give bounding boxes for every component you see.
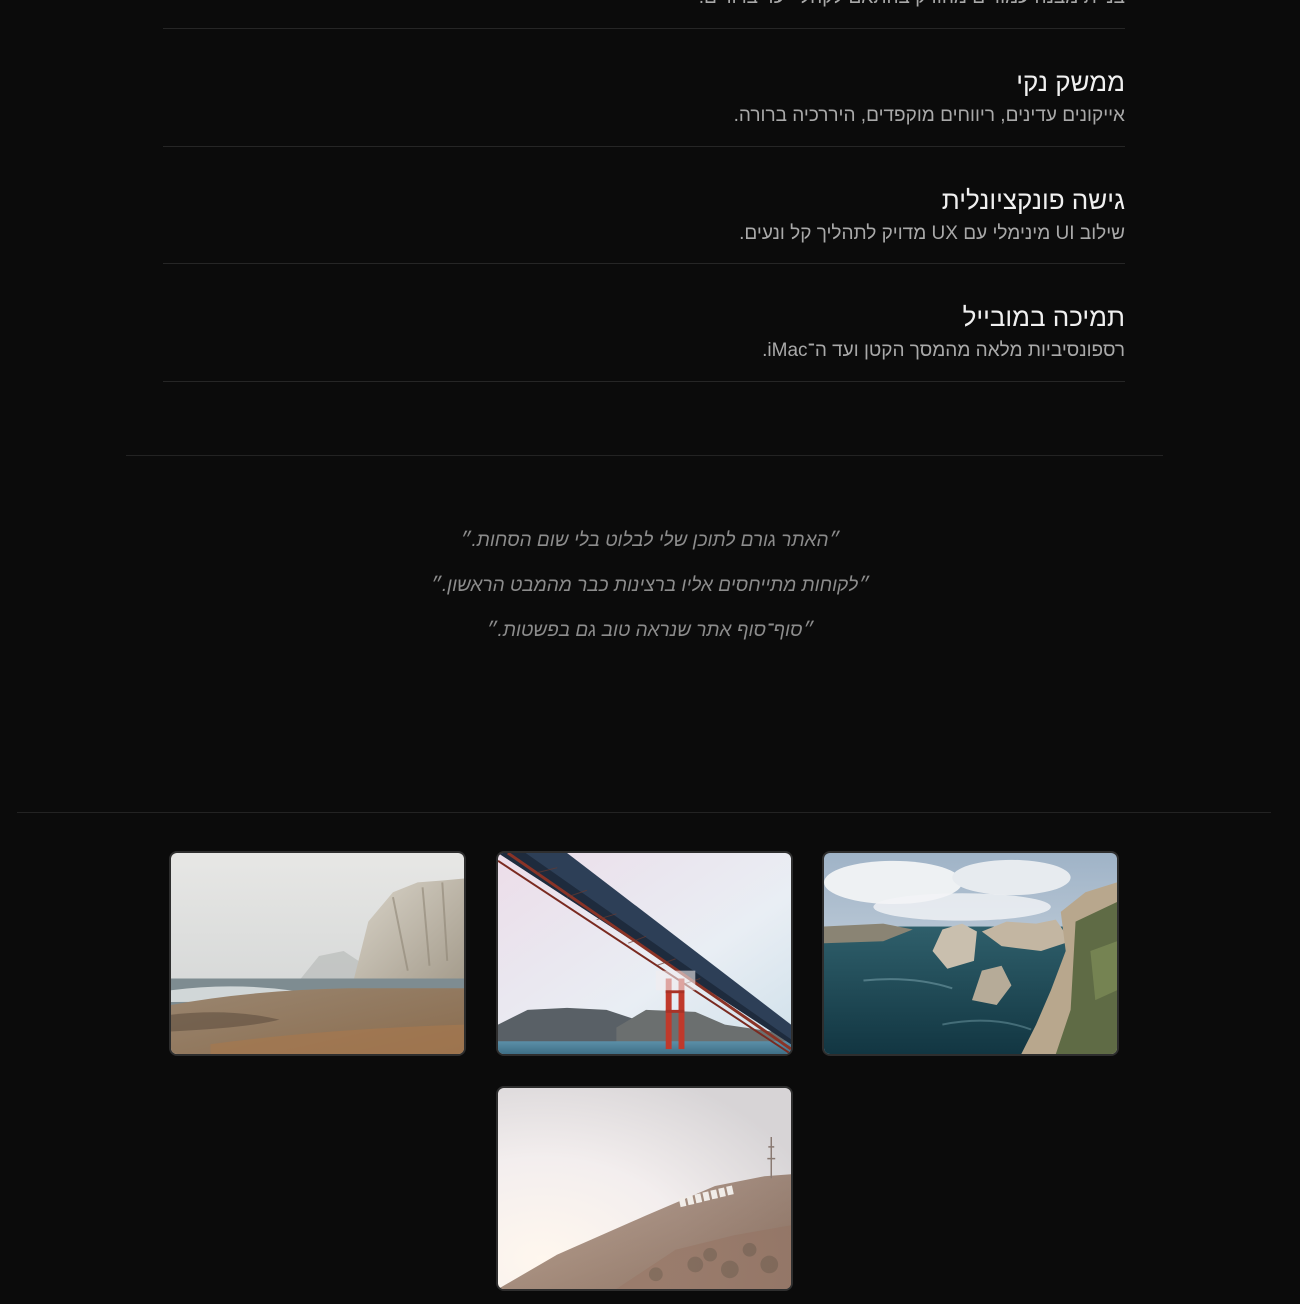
golden-gate-bridge-photo[interactable] <box>496 851 793 1056</box>
section-divider <box>126 455 1163 456</box>
coastal-cliff-beach-photo[interactable] <box>169 851 466 1056</box>
hollywood-sign-hill-photo[interactable] <box>496 1086 793 1291</box>
feature-item-mobile-support: תמיכה במובייל רספונסיביות מלאה מהמסך הקט… <box>163 264 1125 382</box>
feature-title: גישה פונקציונלית <box>941 184 1125 215</box>
page: בניית מבנה עמודים מהודק בהתאם לקהלי יעד … <box>0 0 1300 1304</box>
feature-desc: שילוב UI מינימלי עם UX מדויק לתהליך קל ו… <box>739 222 1125 244</box>
feature-item-functional-approach: גישה פונקציונלית שילוב UI מינימלי עם UX … <box>163 147 1125 264</box>
testimonials: ״האתר גורם לתוכן שלי לבלוט בלי שום הסחות… <box>0 527 1300 662</box>
feature-title: ממשק נקי <box>1016 67 1125 97</box>
feature-desc: בניית מבנה עמודים מהודק בהתאם לקהלי יעד … <box>699 0 1125 10</box>
rocky-sea-coast-image <box>824 853 1117 1054</box>
feature-item-clean-interface: ממשק נקי אייקונים עדינים, ריווחים מוקפדי… <box>163 29 1125 147</box>
coastal-cliff-beach-image <box>171 853 464 1054</box>
features-list: בניית מבנה עמודים מהודק בהתאם לקהלי יעד … <box>163 0 1125 382</box>
feature-desc: רספונסיביות מלאה מהמסך הקטן ועד ה־iMac. <box>762 340 1125 361</box>
testimonial-quote: ״האתר גורם לתוכן שלי לבלוט בלי שום הסחות… <box>460 530 840 551</box>
feature-item-structure: בניית מבנה עמודים מהודק בהתאם לקהלי יעד … <box>163 0 1125 29</box>
testimonial-quote: ״לקוחות מתייחסים אליו ברצינות כבר מהמבט … <box>430 575 870 596</box>
hollywood-sign-hill-image <box>498 1088 791 1289</box>
feature-desc: אייקונים עדינים, ריווחים מוקפדים, היררכי… <box>733 105 1125 126</box>
feature-title: תמיכה במובייל <box>962 302 1125 332</box>
golden-gate-bridge-image <box>498 853 791 1054</box>
section-divider <box>17 812 1271 813</box>
testimonial-quote: ״סוף־סוף אתר שנראה טוב גם בפשטות.״ <box>486 620 814 641</box>
rocky-sea-coast-photo[interactable] <box>822 851 1119 1056</box>
